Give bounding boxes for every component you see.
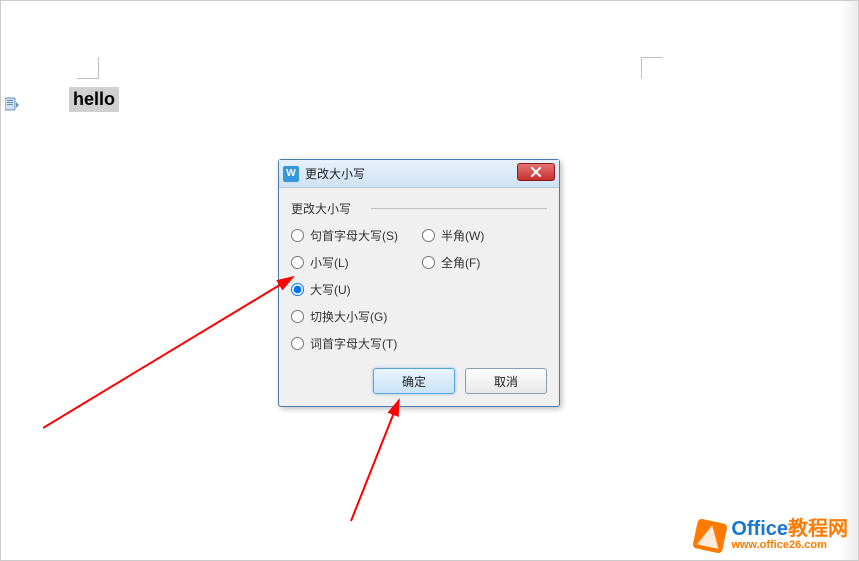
radio-capitalize-each-word[interactable]: 词首字母大写(T) <box>291 335 398 352</box>
radio-lowercase[interactable]: 小写(L) <box>291 254 398 271</box>
ok-button[interactable]: 确定 <box>373 368 455 394</box>
watermark-logo-icon <box>693 518 729 554</box>
watermark: Office教程网 www.office26.com <box>695 519 848 552</box>
radio-input[interactable] <box>291 256 304 269</box>
radio-input[interactable] <box>291 337 304 350</box>
watermark-brand: Office教程网 <box>731 519 848 540</box>
dialog-titlebar[interactable]: W 更改大小写 <box>279 160 559 188</box>
radio-input[interactable] <box>291 283 304 296</box>
radio-uppercase[interactable]: 大写(U) <box>291 281 398 298</box>
radio-input[interactable] <box>291 229 304 242</box>
radio-toggle-case[interactable]: 切换大小写(G) <box>291 308 398 325</box>
dialog-title: 更改大小写 <box>305 165 365 182</box>
fieldset-legend: 更改大小写 <box>291 200 357 217</box>
radio-label: 词首字母大写(T) <box>310 335 397 352</box>
page-margin-corner-top-right <box>641 57 663 79</box>
radio-input[interactable] <box>422 229 435 242</box>
radio-half-width[interactable]: 半角(W) <box>422 227 484 244</box>
close-icon <box>530 167 542 177</box>
radio-full-width[interactable]: 全角(F) <box>422 254 484 271</box>
radio-label: 大写(U) <box>310 281 351 298</box>
change-case-dialog: W 更改大小写 更改大小写 句首字母大写(S) 小写(L) <box>278 159 560 407</box>
annotation-arrow-to-ok <box>341 396 441 526</box>
watermark-url: www.office26.com <box>731 540 848 552</box>
wps-app-icon: W <box>283 166 299 182</box>
cancel-button[interactable]: 取消 <box>465 368 547 394</box>
page-margin-corner-top-left <box>77 57 99 79</box>
paste-options-icon[interactable] <box>5 97 19 111</box>
radio-label: 小写(L) <box>310 254 349 271</box>
radio-input[interactable] <box>291 310 304 323</box>
radio-label: 切换大小写(G) <box>310 308 387 325</box>
radio-input[interactable] <box>422 256 435 269</box>
scrollbar-region[interactable] <box>840 1 858 560</box>
annotation-arrow-to-radio <box>43 273 303 433</box>
radio-label: 句首字母大写(S) <box>310 227 398 244</box>
radio-label: 半角(W) <box>441 227 484 244</box>
change-case-fieldset: 更改大小写 句首字母大写(S) 小写(L) 大写(U) <box>291 200 547 352</box>
radio-sentence-case[interactable]: 句首字母大写(S) <box>291 227 398 244</box>
close-button[interactable] <box>517 163 555 181</box>
document-selected-text[interactable]: hello <box>69 87 119 112</box>
radio-label: 全角(F) <box>441 254 480 271</box>
